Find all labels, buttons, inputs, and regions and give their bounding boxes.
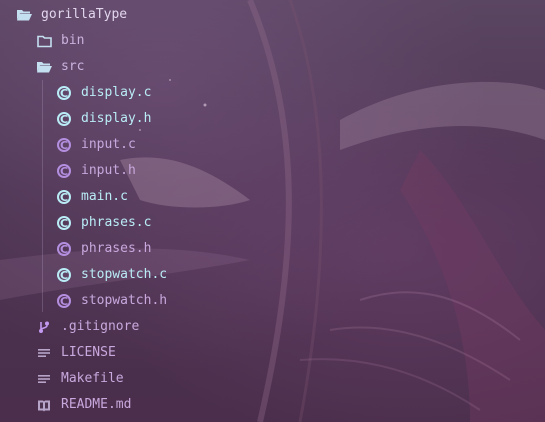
c-file-icon: C <box>56 293 72 309</box>
file-label: .gitignore <box>61 319 140 334</box>
file-display-h[interactable]: C display.h <box>0 106 545 132</box>
file-label: stopwatch.c <box>81 267 168 282</box>
lines-icon <box>36 371 52 387</box>
file-label: phrases.h <box>81 241 152 256</box>
file-label: main.c <box>81 189 128 204</box>
file-input-h[interactable]: C input.h <box>0 158 545 184</box>
file-label: input.h <box>81 163 136 178</box>
c-file-icon: C <box>56 85 72 101</box>
file-display-c[interactable]: C display.c <box>0 80 545 106</box>
c-file-icon: C <box>56 241 72 257</box>
c-file-icon: C <box>56 189 72 205</box>
c-file-icon: C <box>56 137 72 153</box>
file-label: phrases.c <box>81 215 152 230</box>
file-gitignore[interactable]: .gitignore <box>0 314 545 340</box>
file-label: input.c <box>81 137 136 152</box>
c-file-icon: C <box>56 163 72 179</box>
folder-src[interactable]: src <box>0 54 545 80</box>
folder-label: bin <box>61 33 85 48</box>
file-stopwatch-c[interactable]: C stopwatch.c <box>0 262 545 288</box>
file-label: LICENSE <box>61 345 116 360</box>
file-stopwatch-h[interactable]: C stopwatch.h <box>0 288 545 314</box>
file-label: display.c <box>81 85 152 100</box>
file-phrases-c[interactable]: C phrases.c <box>0 210 545 236</box>
c-file-icon: C <box>56 215 72 231</box>
folder-open-icon <box>16 7 32 23</box>
folder-icon <box>36 33 52 49</box>
folder-label: src <box>61 59 85 74</box>
file-input-c[interactable]: C input.c <box>0 132 545 158</box>
folder-gorillatype[interactable]: gorillaType <box>0 2 545 28</box>
book-icon <box>36 397 52 413</box>
file-label: Makefile <box>61 371 124 386</box>
file-label: README.md <box>61 397 132 412</box>
file-label: display.h <box>81 111 152 126</box>
file-phrases-h[interactable]: C phrases.h <box>0 236 545 262</box>
file-readme[interactable]: README.md <box>0 392 545 418</box>
c-file-icon: C <box>56 267 72 283</box>
lines-icon <box>36 345 52 361</box>
file-label: stopwatch.h <box>81 293 168 308</box>
git-branch-icon <box>36 319 52 335</box>
file-license[interactable]: LICENSE <box>0 340 545 366</box>
folder-label: gorillaType <box>41 7 128 22</box>
file-explorer-tree: gorillaType bin src C display.c C displa… <box>0 2 545 418</box>
folder-bin[interactable]: bin <box>0 28 545 54</box>
file-makefile[interactable]: Makefile <box>0 366 545 392</box>
folder-open-icon <box>36 59 52 75</box>
c-file-icon: C <box>56 111 72 127</box>
file-main-c[interactable]: C main.c <box>0 184 545 210</box>
